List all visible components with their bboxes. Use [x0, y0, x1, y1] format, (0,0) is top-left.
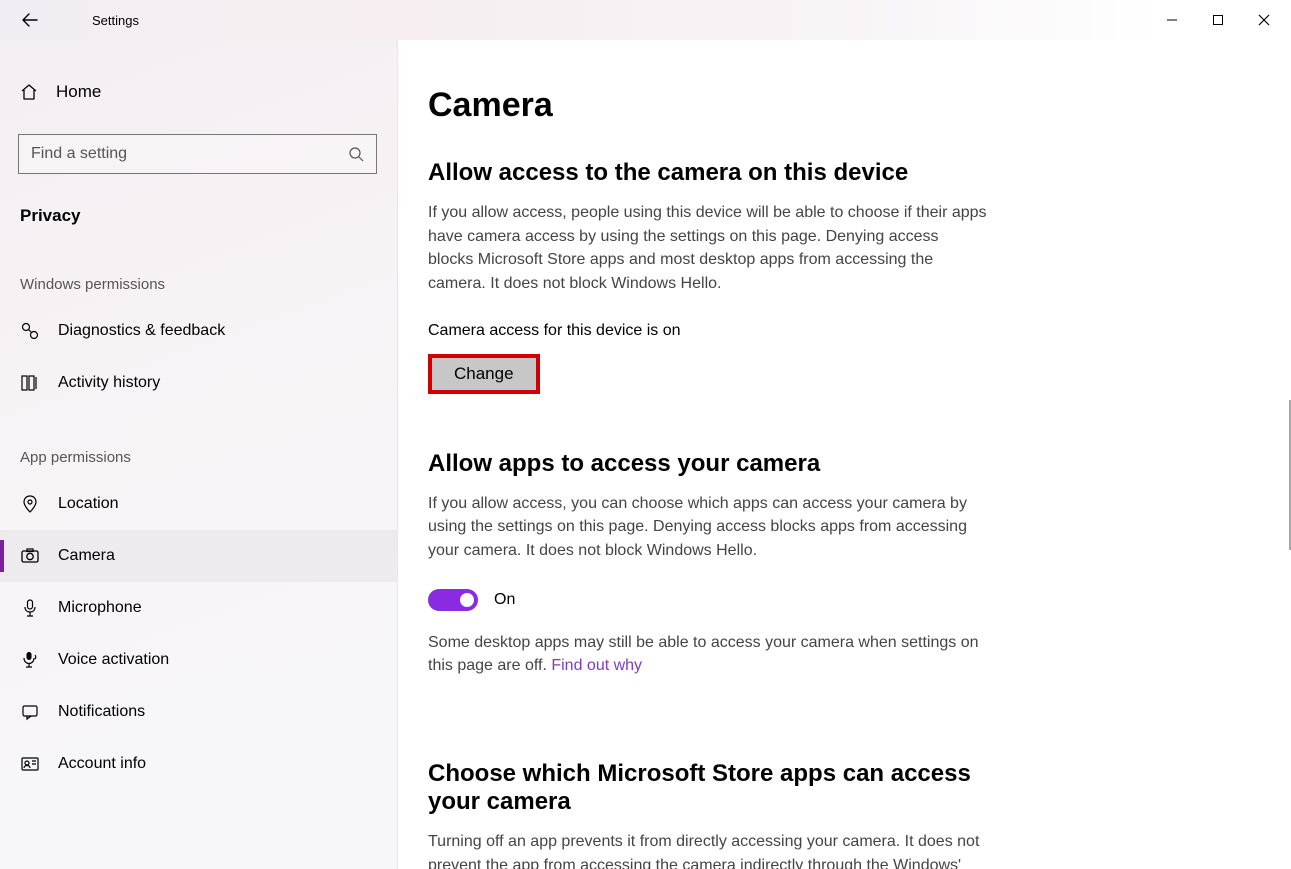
desktop-apps-note-text: Some desktop apps may still be able to a… [428, 634, 979, 675]
change-button[interactable]: Change [428, 354, 540, 394]
page-title: Camera [428, 86, 1251, 125]
home-nav[interactable]: Home [0, 72, 397, 112]
section-choose-apps-body: Turning off an app prevents it from dire… [428, 830, 988, 869]
back-button[interactable] [12, 2, 48, 38]
window-title: Settings [92, 13, 139, 28]
sidebar-item-label: Camera [58, 547, 115, 565]
section-allow-device-body: If you allow access, people using this d… [428, 201, 988, 296]
apps-access-toggle[interactable] [428, 589, 478, 611]
sidebar-item-camera[interactable]: Camera [0, 530, 397, 582]
sidebar-item-label: Microphone [58, 599, 142, 617]
content-area: Camera Allow access to the camera on thi… [398, 40, 1291, 869]
account-icon [20, 754, 40, 774]
close-button[interactable] [1241, 4, 1287, 36]
section-allow-apps-body: If you allow access, you can choose whic… [428, 492, 988, 563]
camera-access-status: Camera access for this device is on [428, 322, 1251, 340]
home-icon [20, 83, 38, 101]
microphone-icon [20, 598, 40, 618]
arrow-left-icon [22, 12, 38, 28]
sidebar-item-label: Voice activation [58, 651, 169, 669]
titlebar: Settings [0, 0, 1291, 40]
minimize-icon [1166, 14, 1178, 26]
apps-access-toggle-label: On [494, 591, 515, 609]
sidebar-item-label: Account info [58, 755, 146, 773]
sidebar-item-activity[interactable]: Activity history [0, 357, 397, 409]
camera-icon [20, 546, 40, 566]
group-windows-permissions: Windows permissions [0, 236, 397, 305]
close-icon [1258, 14, 1270, 26]
home-label: Home [56, 82, 101, 102]
sidebar-item-label: Notifications [58, 703, 145, 721]
find-out-why-link[interactable]: Find out why [551, 657, 642, 674]
sidebar-item-diagnostics[interactable]: Diagnostics & feedback [0, 305, 397, 357]
minimize-button[interactable] [1149, 4, 1195, 36]
section-choose-apps-heading: Choose which Microsoft Store apps can ac… [428, 760, 988, 816]
sidebar-item-label: Location [58, 495, 119, 513]
activity-icon [20, 373, 40, 393]
desktop-apps-note: Some desktop apps may still be able to a… [428, 631, 988, 678]
section-allow-device-heading: Allow access to the camera on this devic… [428, 159, 1251, 187]
sidebar-item-notifications[interactable]: Notifications [0, 686, 397, 738]
category-label: Privacy [0, 184, 397, 236]
search-icon [348, 146, 364, 162]
sidebar-item-label: Activity history [58, 374, 160, 392]
voice-icon [20, 650, 40, 670]
maximize-button[interactable] [1195, 4, 1241, 36]
sidebar-item-microphone[interactable]: Microphone [0, 582, 397, 634]
sidebar-item-voice[interactable]: Voice activation [0, 634, 397, 686]
toggle-knob [460, 593, 474, 607]
section-allow-apps-heading: Allow apps to access your camera [428, 450, 1251, 478]
search-box[interactable] [18, 134, 377, 174]
maximize-icon [1212, 14, 1224, 26]
sidebar-item-label: Diagnostics & feedback [58, 322, 225, 340]
diagnostics-icon [20, 321, 40, 341]
search-input[interactable] [31, 145, 348, 163]
sidebar-item-location[interactable]: Location [0, 478, 397, 530]
sidebar-item-account[interactable]: Account info [0, 738, 397, 790]
window-controls [1149, 4, 1287, 36]
group-app-permissions: App permissions [0, 409, 397, 478]
notifications-icon [20, 702, 40, 722]
location-icon [20, 494, 40, 514]
sidebar: Home Privacy Windows permissions Diagnos… [0, 40, 398, 869]
